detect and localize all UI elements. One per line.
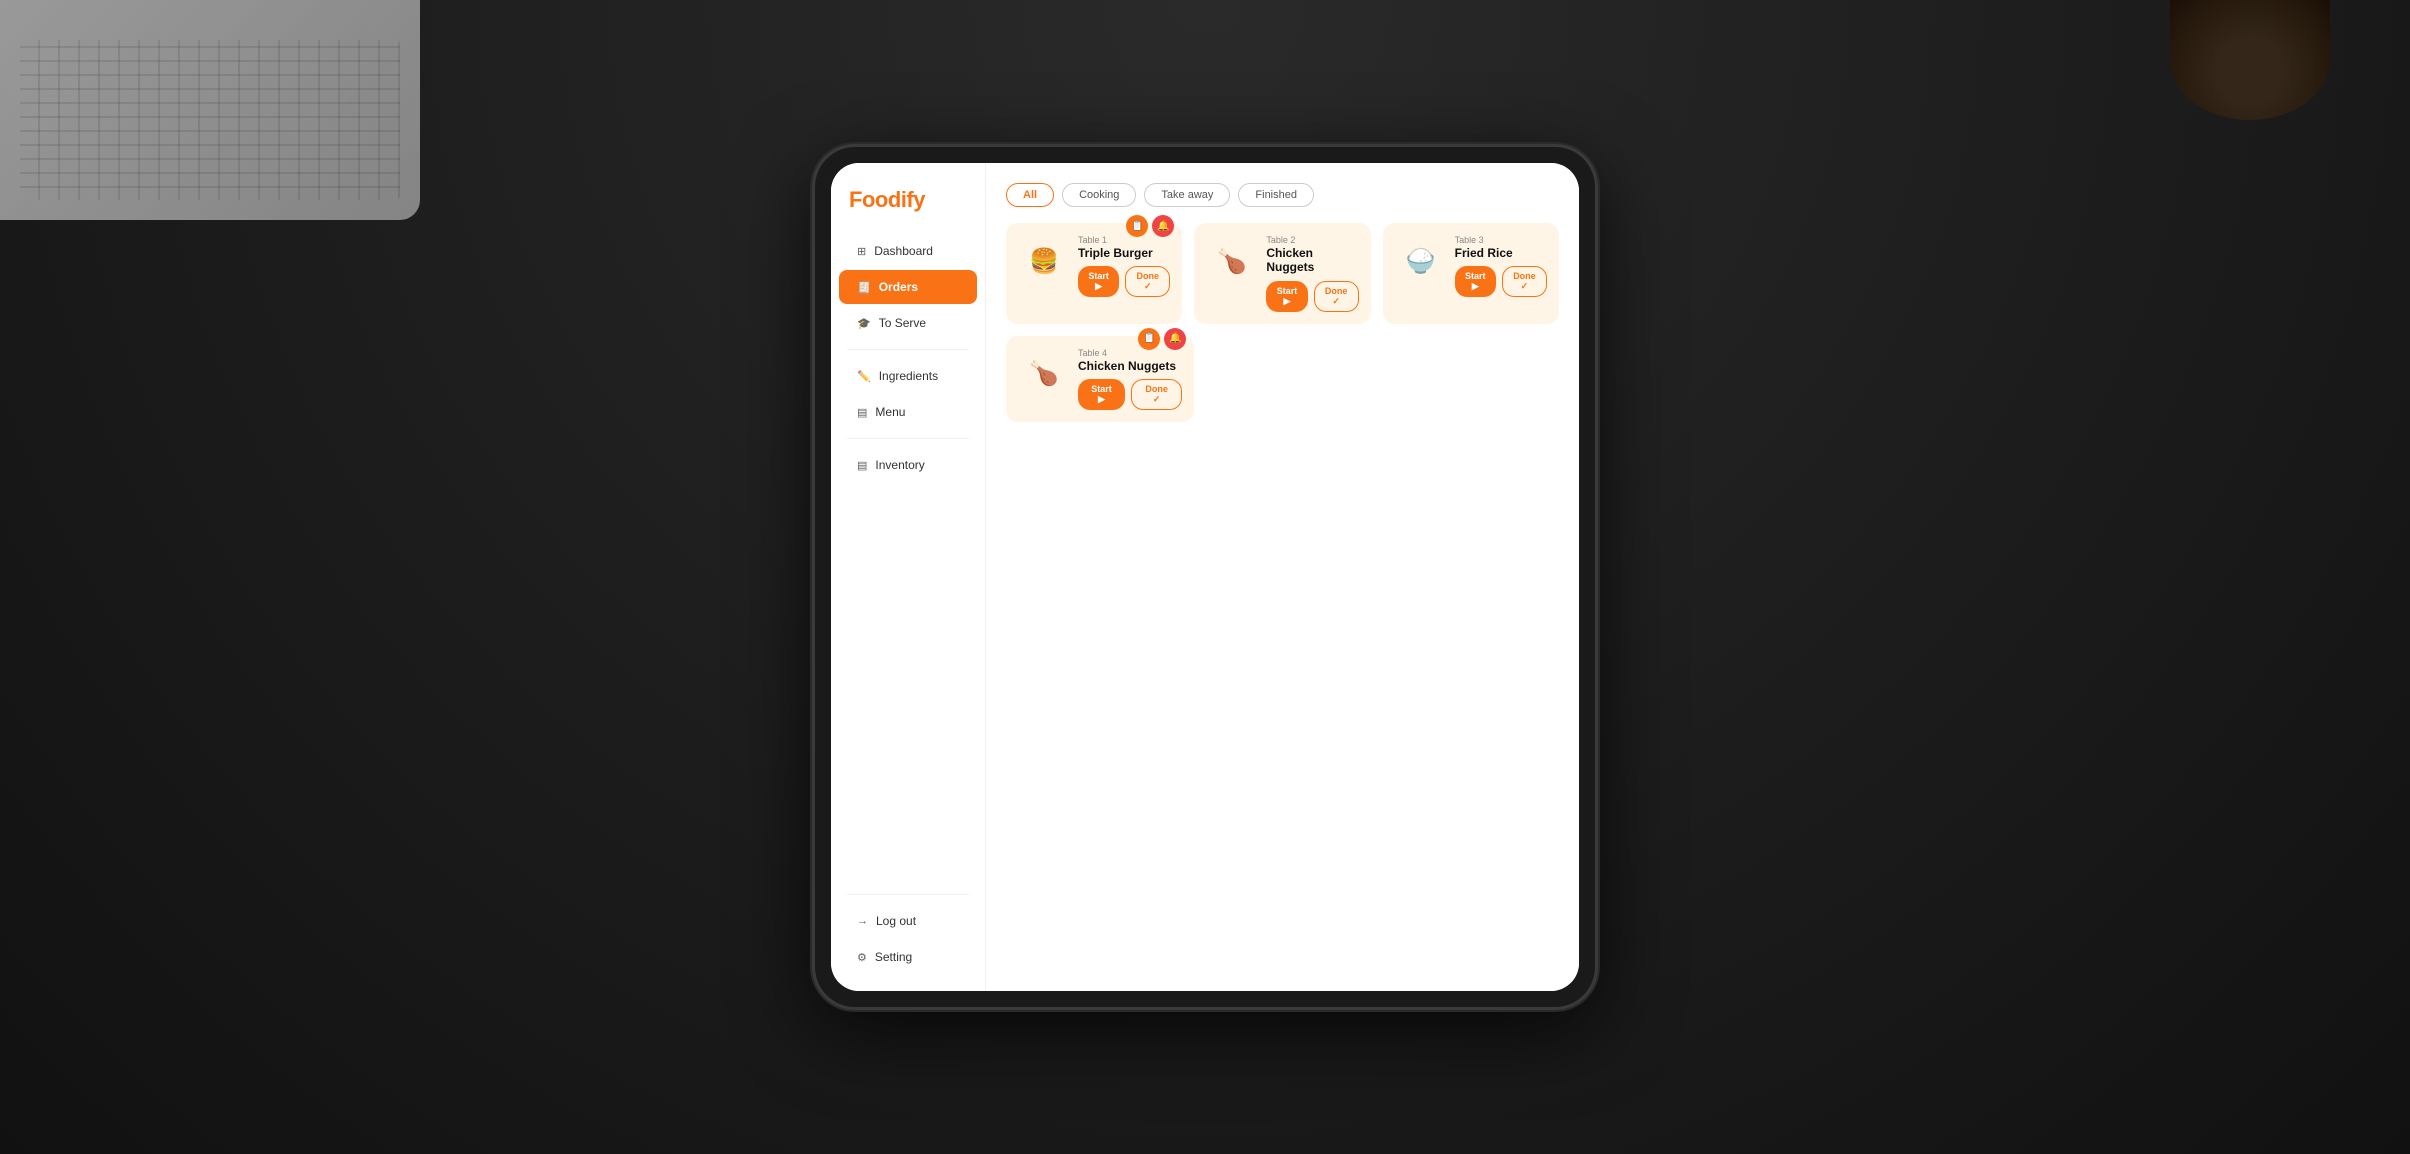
food-name-1: Triple Burger [1078,246,1170,260]
filter-finished[interactable]: Finished [1238,183,1314,207]
sidebar-item-logout[interactable]: → Log out [839,904,977,938]
table-label-2: Table 2 [1266,235,1358,245]
done-button-3[interactable]: Done ✓ [1502,266,1547,297]
filter-takeaway[interactable]: Take away [1144,183,1230,207]
done-button-4[interactable]: Done ✓ [1131,379,1182,410]
nav-divider-1 [847,349,969,350]
filter-cooking[interactable]: Cooking [1062,183,1136,207]
card-content-2: 🍗 Table 2 Chicken Nuggets Start ▶ Done ✓ [1206,235,1358,312]
card-badges-4: 📋 🔔 [1138,328,1186,350]
card-content-3: 🍚 Table 3 Fried Rice Start ▶ Done ✓ [1395,235,1547,297]
start-button-3[interactable]: Start ▶ [1455,266,1496,297]
sidebar-item-setting[interactable]: ⚙ Setting [839,940,977,974]
card-info-1: Table 1 Triple Burger Start ▶ Done ✓ [1078,235,1170,297]
card-badges-1: 📋 🔔 [1126,215,1174,237]
food-image-2: 🍗 [1206,235,1258,287]
food-image-1: 🍔 [1018,235,1070,287]
orders-icon: 🧾 [857,281,871,294]
food-name-2: Chicken Nuggets [1266,246,1358,275]
badge-bell-4: 🔔 [1164,328,1186,350]
done-button-2[interactable]: Done ✓ [1314,281,1359,312]
tablet-device: Foodify ⊞ Dashboard 🧾 Orders 🎓 To Serve … [815,147,1595,1007]
main-content: All Cooking Take away Finished 📋 🔔 🍔 [986,163,1579,991]
sidebar-item-inventory[interactable]: ▤ Inventory [839,448,977,482]
dashboard-icon: ⊞ [857,245,866,258]
card-actions-2: Start ▶ Done ✓ [1266,281,1358,312]
start-button-4[interactable]: Start ▶ [1078,379,1125,410]
coffee-decoration [2170,0,2330,120]
food-name-4: Chicken Nuggets [1078,359,1182,373]
order-card-1: 📋 🔔 🍔 Table 1 Triple Burger Start ▶ Done… [1006,223,1182,324]
toserve-icon: 🎓 [857,317,871,330]
food-image-4: 🍗 [1018,348,1070,400]
table-label-3: Table 3 [1455,235,1547,245]
sidebar-item-menu[interactable]: ▤ Menu [839,395,977,429]
card-content-1: 🍔 Table 1 Triple Burger Start ▶ Done ✓ [1018,235,1170,297]
order-card-2: 🍗 Table 2 Chicken Nuggets Start ▶ Done ✓ [1194,223,1370,324]
badge-clipboard-1: 📋 [1126,215,1148,237]
sidebar-item-to-serve[interactable]: 🎓 To Serve [839,306,977,340]
card-content-4: 🍗 Table 4 Chicken Nuggets Start ▶ Done ✓ [1018,348,1182,410]
nav-divider-3 [847,894,969,895]
nav-divider-2 [847,438,969,439]
logout-icon: → [857,915,868,927]
filter-all[interactable]: All [1006,183,1054,207]
card-actions-1: Start ▶ Done ✓ [1078,266,1170,297]
orders-row2: 📋 🔔 🍗 Table 4 Chicken Nuggets Start ▶ Do… [1006,336,1559,422]
card-info-2: Table 2 Chicken Nuggets Start ▶ Done ✓ [1266,235,1358,312]
card-info-3: Table 3 Fried Rice Start ▶ Done ✓ [1455,235,1547,297]
food-name-3: Fried Rice [1455,246,1547,260]
start-button-2[interactable]: Start ▶ [1266,281,1307,312]
setting-icon: ⚙ [857,951,867,964]
keyboard-decoration [20,40,400,200]
food-image-3: 🍚 [1395,235,1447,287]
sidebar-item-dashboard[interactable]: ⊞ Dashboard [839,234,977,268]
app-logo: Foodify [831,187,985,233]
order-card-3: 🍚 Table 3 Fried Rice Start ▶ Done ✓ [1383,223,1559,324]
tablet-screen: Foodify ⊞ Dashboard 🧾 Orders 🎓 To Serve … [831,163,1579,991]
card-info-4: Table 4 Chicken Nuggets Start ▶ Done ✓ [1078,348,1182,410]
order-card-4: 📋 🔔 🍗 Table 4 Chicken Nuggets Start ▶ Do… [1006,336,1194,422]
badge-clipboard-4: 📋 [1138,328,1160,350]
filter-row: All Cooking Take away Finished [1006,183,1559,207]
orders-grid: 📋 🔔 🍔 Table 1 Triple Burger Start ▶ Done… [1006,223,1559,324]
menu-icon: ▤ [857,406,867,419]
done-button-1[interactable]: Done ✓ [1125,266,1170,297]
sidebar: Foodify ⊞ Dashboard 🧾 Orders 🎓 To Serve … [831,163,986,991]
start-button-1[interactable]: Start ▶ [1078,266,1119,297]
laptop-decoration [0,0,420,220]
card-actions-3: Start ▶ Done ✓ [1455,266,1547,297]
inventory-icon: ▤ [857,459,867,472]
badge-bell-1: 🔔 [1152,215,1174,237]
card-actions-4: Start ▶ Done ✓ [1078,379,1182,410]
ingredients-icon: ✏️ [857,370,871,383]
sidebar-item-ingredients[interactable]: ✏️ Ingredients [839,359,977,393]
sidebar-item-orders[interactable]: 🧾 Orders [839,270,977,304]
